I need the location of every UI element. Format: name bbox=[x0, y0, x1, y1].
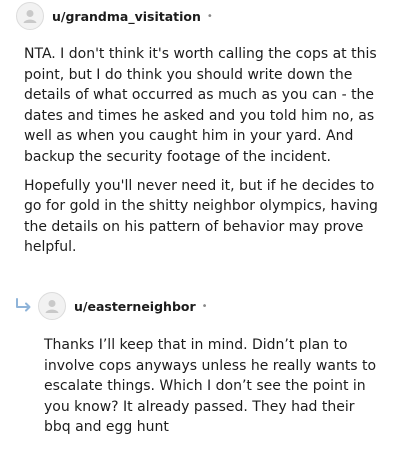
reply-header: u/easterneighbor • bbox=[38, 292, 208, 320]
comment-paragraph: NTA. I don't think it's worth calling th… bbox=[24, 46, 377, 165]
user-avatar-icon bbox=[23, 10, 37, 23]
username-link[interactable]: u/grandma_visitation bbox=[52, 9, 201, 24]
reply-body: Thanks I’ll keep that in mind. Didn’t pl… bbox=[44, 335, 384, 438]
reply-arrow-icon bbox=[16, 298, 31, 312]
comment-body: NTA. I don't think it's worth calling th… bbox=[24, 44, 380, 258]
separator-dot: • bbox=[201, 300, 208, 312]
comment-thread: u/grandma_visitation • NTA. I don't thin… bbox=[0, 0, 400, 464]
comment-paragraph: Thanks I’ll keep that in mind. Didn’t pl… bbox=[44, 337, 377, 436]
avatar[interactable] bbox=[38, 292, 66, 320]
separator-dot: • bbox=[206, 10, 213, 22]
comment-paragraph: Hopefully you'll never need it, but if h… bbox=[24, 177, 378, 256]
avatar[interactable] bbox=[16, 2, 44, 30]
username-link[interactable]: u/easterneighbor bbox=[74, 299, 196, 314]
comment-header: u/grandma_visitation • bbox=[16, 2, 213, 30]
user-avatar-icon bbox=[45, 300, 59, 313]
